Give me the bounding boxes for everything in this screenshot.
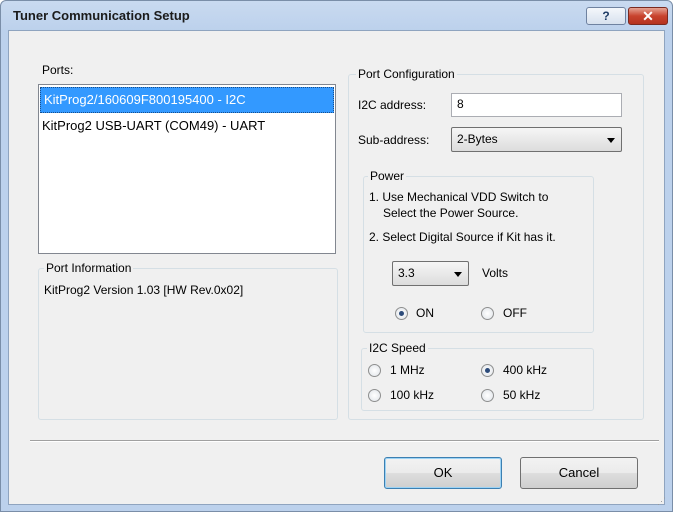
power-off-label[interactable]: OFF <box>503 306 527 320</box>
help-button[interactable]: ? <box>586 7 626 25</box>
port-information-text: KitProg2 Version 1.03 [HW Rev.0x02] <box>44 283 244 297</box>
speed-1mhz-radio[interactable] <box>368 364 381 377</box>
i2c-speed-label: I2C Speed <box>367 341 428 355</box>
volts-label: Volts <box>482 266 509 280</box>
chevron-down-icon <box>607 138 615 143</box>
resize-grip-icon[interactable]: ⋰ <box>657 496 667 506</box>
sub-address-value: 2-Bytes <box>457 132 498 146</box>
power-instruction-2: 2. Select Digital Source if Kit has it. <box>369 230 556 244</box>
button-separator <box>30 440 659 442</box>
speed-100khz-radio[interactable] <box>368 389 381 402</box>
port-configuration-label: Port Configuration <box>356 67 457 81</box>
port-item-uart[interactable]: KitProg2 USB-UART (COM49) - UART <box>39 113 335 139</box>
speed-50khz-radio[interactable] <box>481 389 494 402</box>
sub-address-label: Sub-address: <box>358 133 430 147</box>
speed-100khz-label[interactable]: 100 kHz <box>390 388 434 402</box>
voltage-value: 3.3 <box>398 266 415 280</box>
close-button[interactable]: ✕ <box>628 7 668 25</box>
power-off-radio[interactable] <box>481 307 494 320</box>
i2c-address-input[interactable]: 8 <box>451 93 622 117</box>
ports-listbox[interactable]: KitProg2/160609F800195400 - I2C KitProg2… <box>38 84 336 254</box>
power-instruction-1-line1: 1. Use Mechanical VDD Switch to <box>369 190 549 204</box>
ok-button[interactable]: OK <box>384 457 502 489</box>
ports-label: Ports: <box>42 63 74 77</box>
port-item-i2c[interactable]: KitProg2/160609F800195400 - I2C <box>40 87 334 113</box>
speed-50khz-label[interactable]: 50 kHz <box>503 388 540 402</box>
help-icon: ? <box>602 9 610 23</box>
speed-400khz-radio[interactable] <box>481 364 494 377</box>
chevron-down-icon <box>454 272 462 277</box>
power-instruction-1-line2: Select the Power Source. <box>383 206 519 220</box>
title-bar[interactable]: Tuner Communication Setup ? ✕ <box>1 1 672 31</box>
port-information-label: Port Information <box>44 261 134 275</box>
sub-address-select[interactable]: 2-Bytes <box>451 127 622 152</box>
i2c-address-label: I2C address: <box>358 98 427 112</box>
window-title: Tuner Communication Setup <box>13 8 190 23</box>
power-label: Power <box>368 169 407 183</box>
close-icon: ✕ <box>642 8 654 24</box>
power-on-radio[interactable] <box>395 307 408 320</box>
speed-400khz-label[interactable]: 400 kHz <box>503 363 547 377</box>
cancel-button[interactable]: Cancel <box>520 457 638 489</box>
voltage-select[interactable]: 3.3 <box>392 261 469 286</box>
power-on-label[interactable]: ON <box>416 306 434 320</box>
speed-1mhz-label[interactable]: 1 MHz <box>390 363 425 377</box>
